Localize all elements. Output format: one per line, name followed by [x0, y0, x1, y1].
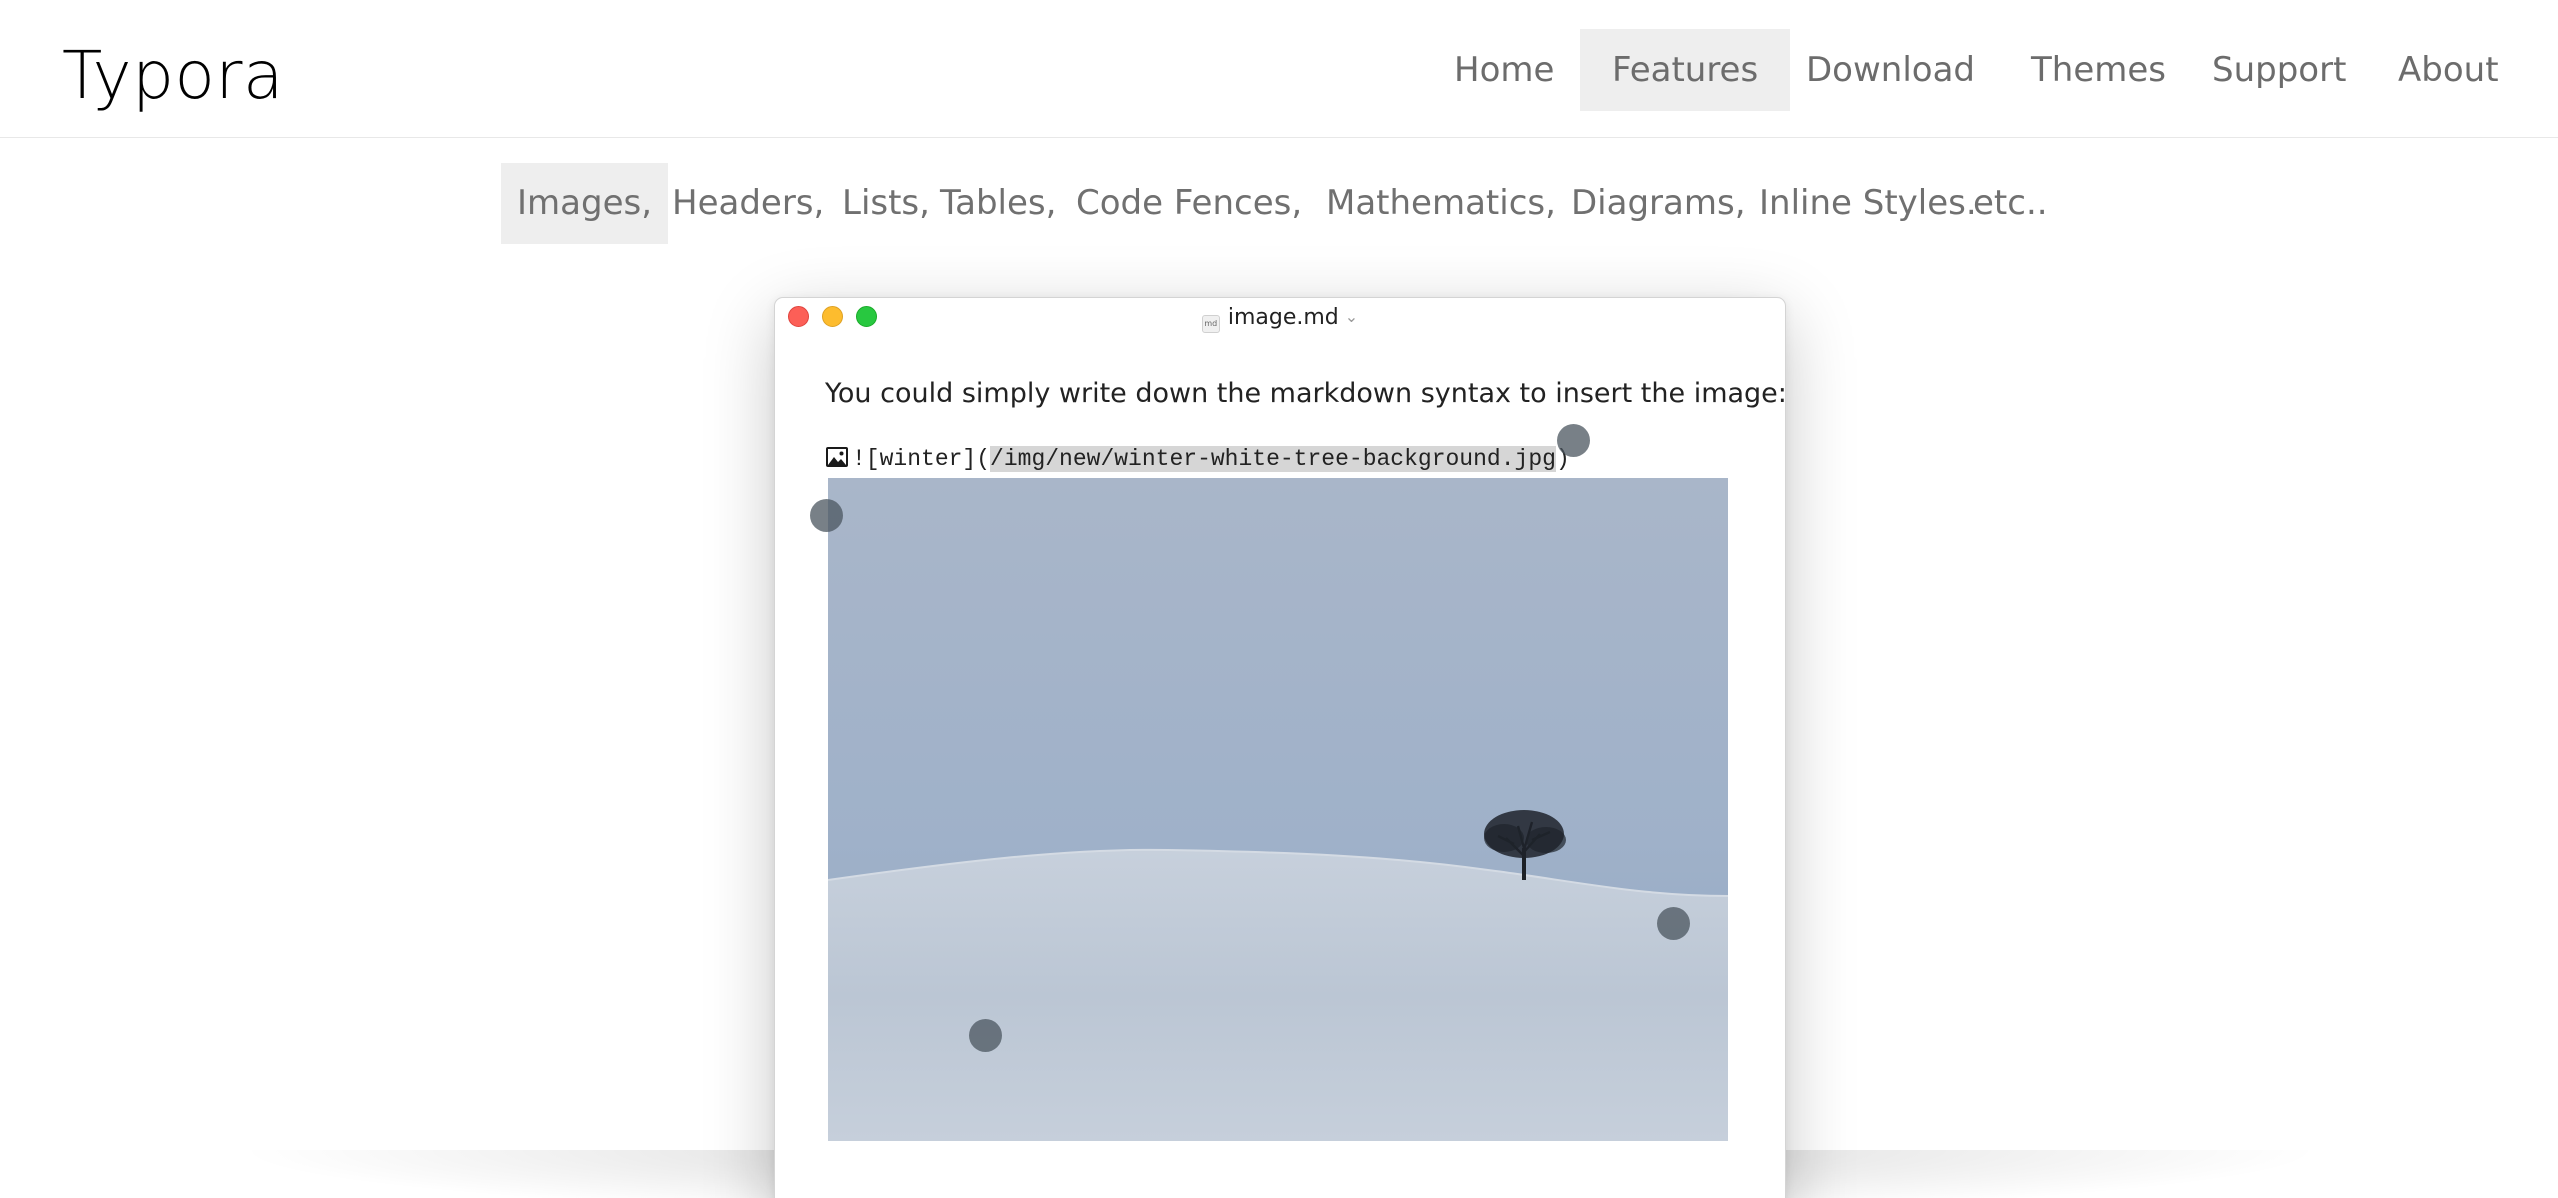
winter-landscape-image [828, 478, 1728, 1141]
feature-tab-lists[interactable]: Lists, [842, 163, 930, 244]
feature-tab-inline-styles[interactable]: Inline Styles. [1759, 163, 1977, 244]
feature-tab-headers[interactable]: Headers, [672, 163, 824, 244]
feature-tab-mathematics[interactable]: Mathematics, [1326, 163, 1556, 244]
feature-tab-etc[interactable]: etc.. [1973, 163, 2048, 244]
markdown-url: /img/new/winter-white-tree-background.jp… [990, 446, 1556, 472]
typora-logo[interactable]: Typora [62, 38, 284, 114]
chevron-down-icon: ⌄ [1344, 307, 1359, 326]
nav-support[interactable]: Support [2212, 29, 2346, 111]
winter-image[interactable] [828, 478, 1728, 1141]
nav-home[interactable]: Home [1454, 29, 1554, 111]
touch-indicator-dot [810, 499, 843, 532]
touch-indicator-dot [969, 1019, 1002, 1052]
nav-download[interactable]: Download [1806, 29, 1975, 111]
window-titlebar[interactable]: md image.md ⌄ [775, 298, 1785, 338]
window-file-name: image.md [1227, 305, 1339, 330]
feature-tab-tables[interactable]: Tables, [940, 163, 1056, 244]
site-header: Typora [0, 0, 2558, 138]
nav-themes[interactable]: Themes [2031, 29, 2166, 111]
typora-demo-window: md image.md ⌄ You could simply write down … [774, 297, 1787, 1198]
feature-tab-images[interactable]: Images, [501, 163, 669, 244]
window-title[interactable]: md image.md ⌄ [775, 302, 1785, 333]
markdown-image-syntax[interactable]: ![winter](/img/new/winter-white-tree-bac… [825, 442, 1570, 476]
nav-about[interactable]: About [2398, 29, 2499, 111]
feature-tab-diagrams[interactable]: Diagrams, [1571, 163, 1746, 244]
image-icon [825, 445, 849, 479]
nav-features[interactable]: Features [1580, 29, 1791, 111]
feature-tab-code-fences[interactable]: Code Fences, [1076, 163, 1302, 244]
markdown-file-icon: md [1201, 315, 1220, 333]
instruction-paragraph[interactable]: You could simply write down the markdown… [825, 378, 1787, 409]
touch-indicator-dot [1557, 424, 1590, 457]
touch-indicator-dot [1657, 907, 1690, 940]
markdown-prefix: ![winter]( [852, 446, 991, 472]
